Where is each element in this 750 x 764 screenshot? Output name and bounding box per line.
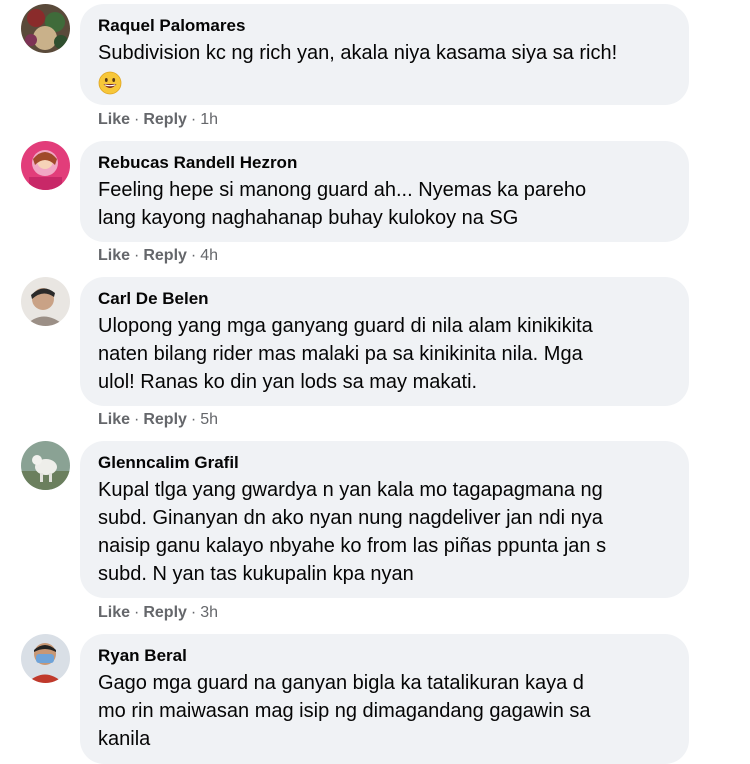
- separator: ·: [134, 111, 140, 128]
- separator: ·: [190, 247, 197, 264]
- comment-timestamp[interactable]: 3h: [200, 604, 218, 621]
- comment-text: Kupal tlga yang gwardya n yan kala mo ta…: [98, 479, 607, 585]
- comment-bubble: Glenncalim Grafil Kupal tlga yang gwardy…: [80, 441, 689, 598]
- comment-bubble: Rebucas Randell Hezron Feeling hepe si m…: [80, 141, 689, 242]
- comment-author[interactable]: Carl De Belen: [98, 288, 671, 310]
- grinning-face-icon: [98, 71, 122, 95]
- reply-button[interactable]: Reply: [143, 111, 187, 128]
- separator: ·: [190, 111, 197, 128]
- avatar-image: [21, 4, 70, 53]
- avatar-image: [21, 441, 70, 490]
- separator: ·: [134, 604, 140, 621]
- comment-author[interactable]: Glenncalim Grafil: [98, 452, 671, 474]
- comment-timestamp[interactable]: 1h: [200, 111, 218, 128]
- reply-button[interactable]: Reply: [143, 604, 187, 621]
- like-button[interactable]: Like: [98, 604, 130, 621]
- separator: ·: [190, 411, 197, 428]
- comment-actions: Like · Reply · 4h: [98, 246, 218, 266]
- separator: ·: [134, 411, 140, 428]
- comment-actions: Like · Reply · 3h: [98, 603, 218, 623]
- comment-text: Subdivision kc ng rich yan, akala niya k…: [98, 42, 618, 64]
- comment-timestamp[interactable]: 5h: [200, 411, 218, 428]
- comment-text: Gago mga guard na ganyan bigla ka tatali…: [98, 672, 591, 750]
- like-button[interactable]: Like: [98, 411, 130, 428]
- avatar[interactable]: [21, 277, 70, 326]
- comment-author[interactable]: Rebucas Randell Hezron: [98, 152, 671, 174]
- avatar[interactable]: [21, 634, 70, 683]
- comment-actions: Like · Reply · 5h: [98, 410, 218, 430]
- comment-actions: Like · Reply · 1h: [98, 110, 218, 130]
- reply-button[interactable]: Reply: [143, 411, 187, 428]
- avatar[interactable]: [21, 4, 70, 53]
- comment-author[interactable]: Raquel Palomares: [98, 15, 671, 37]
- comment-bubble: Ryan Beral Gago mga guard na ganyan bigl…: [80, 634, 689, 764]
- avatar[interactable]: [21, 441, 70, 490]
- avatar-image: [21, 277, 70, 326]
- like-button[interactable]: Like: [98, 247, 130, 264]
- avatar[interactable]: [21, 141, 70, 190]
- avatar-image: [21, 141, 70, 190]
- comment-author[interactable]: Ryan Beral: [98, 645, 671, 667]
- comment-timestamp[interactable]: 4h: [200, 247, 218, 264]
- separator: ·: [134, 247, 140, 264]
- comment-bubble: Raquel Palomares Subdivision kc ng rich …: [80, 4, 689, 105]
- reply-button[interactable]: Reply: [143, 247, 187, 264]
- separator: ·: [190, 604, 197, 621]
- like-button[interactable]: Like: [98, 111, 130, 128]
- comment-text: Feeling hepe si manong guard ah... Nyema…: [98, 179, 587, 229]
- comment-bubble: Carl De Belen Ulopong yang mga ganyang g…: [80, 277, 689, 406]
- comment-text: Ulopong yang mga ganyang guard di nila a…: [98, 315, 593, 393]
- avatar-image: [21, 634, 70, 683]
